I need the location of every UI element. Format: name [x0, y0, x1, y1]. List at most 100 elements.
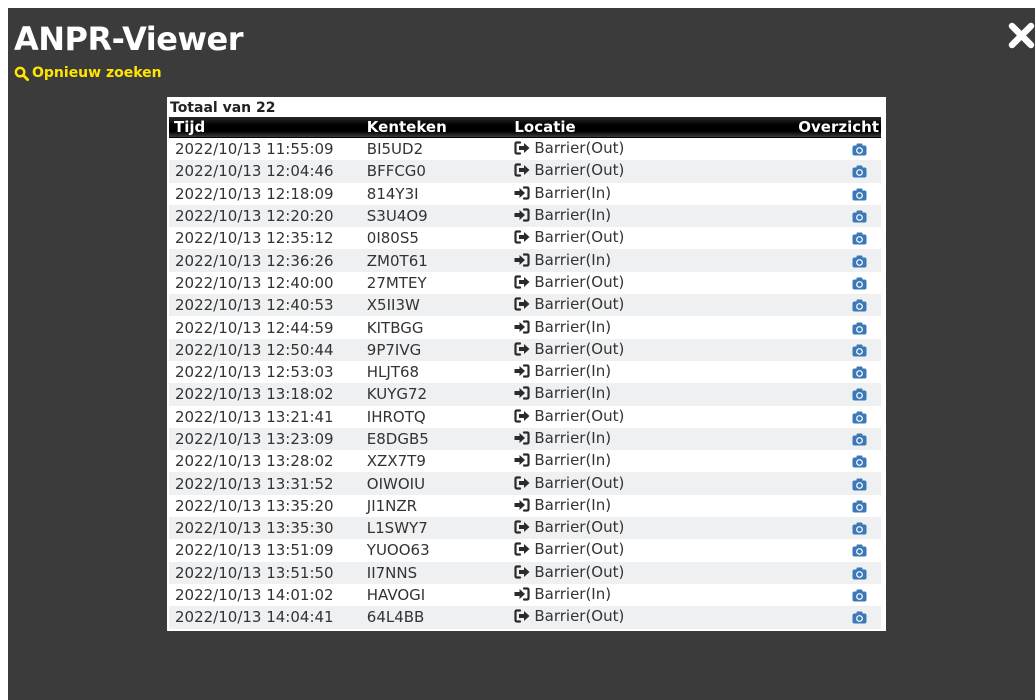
cell-time: 2022/10/13 12:35:12 [169, 227, 367, 250]
camera-icon[interactable] [852, 455, 867, 468]
camera-icon[interactable] [852, 165, 867, 178]
cell-overview [798, 606, 881, 629]
cell-plate: IHROTQ [366, 405, 515, 428]
cell-location: Barrier(Out) [514, 160, 799, 183]
table-row[interactable]: 2022/10/13 12:04:46 BFFCG0 Barrier(Out) [169, 160, 881, 183]
camera-icon[interactable] [852, 388, 867, 401]
search-again-link[interactable]: Opnieuw zoeken [14, 65, 162, 81]
sign-in-icon [514, 186, 530, 200]
table-row[interactable]: 2022/10/13 12:50:44 9P7IVG Barrier(Out) [169, 338, 881, 361]
table-row[interactable]: 2022/10/13 13:35:30 L1SWY7 Barrier(Out) [169, 517, 881, 540]
column-header-locatie[interactable]: Locatie [514, 117, 799, 138]
cell-overview [798, 583, 881, 607]
cell-location: Barrier(Out) [514, 405, 799, 428]
cell-plate: E8DGB5 [366, 427, 515, 451]
table-row[interactable]: 2022/10/13 13:18:02 KUYG72 Barrier(In) [169, 383, 881, 406]
cell-location: Barrier(In) [514, 204, 799, 228]
cell-overview [798, 561, 881, 584]
column-header-tijd[interactable]: Tijd [169, 117, 367, 138]
camera-icon[interactable] [852, 589, 867, 602]
camera-icon[interactable] [852, 299, 867, 312]
cell-plate: XZX7T9 [366, 450, 515, 473]
cell-plate: HLJT68 [366, 360, 515, 384]
cell-time: 2022/10/13 12:40:00 [169, 271, 367, 295]
table-row[interactable]: 2022/10/13 11:55:09 BI5UD2 Barrier(Out) [169, 137, 881, 161]
location-label: Barrier(Out) [534, 607, 625, 626]
column-header-kenteken[interactable]: Kenteken [366, 117, 515, 138]
location-label: Barrier(In) [534, 183, 612, 202]
cell-plate: BFFCG0 [366, 160, 515, 183]
camera-icon[interactable] [852, 522, 867, 535]
table-row[interactable]: 2022/10/13 13:28:02 XZX7T9 Barrier(In) [169, 450, 881, 473]
camera-icon[interactable] [852, 366, 867, 379]
table-row[interactable]: 2022/10/13 13:51:09 YUOO63 Barrier(Out) [169, 539, 881, 562]
sign-out-icon [514, 542, 530, 557]
search-icon [14, 66, 29, 81]
search-again-label: Opnieuw zoeken [32, 65, 162, 81]
cell-overview [798, 494, 881, 518]
location-label: Barrier(In) [534, 250, 612, 269]
cell-overview [798, 405, 881, 428]
camera-icon[interactable] [852, 277, 867, 290]
camera-icon[interactable] [852, 567, 867, 580]
cell-overview [798, 182, 881, 205]
cell-overview [798, 450, 881, 473]
cell-location: Barrier(Out) [514, 517, 799, 540]
table-row[interactable]: 2022/10/13 12:18:09 814Y3I Barrier(In) [169, 182, 881, 205]
table-row[interactable]: 2022/10/13 12:20:20 S3U4O9 Barrier(In) [169, 204, 881, 228]
table-row[interactable]: 2022/10/13 13:51:50 II7NNS Barrier(Out) [169, 561, 881, 584]
cell-overview [798, 427, 881, 451]
column-header-overzicht[interactable]: Overzicht [798, 117, 881, 138]
cell-location: Barrier(Out) [514, 294, 799, 317]
cell-plate: 0I80S5 [366, 227, 515, 250]
camera-icon[interactable] [852, 611, 867, 624]
camera-icon[interactable] [852, 500, 867, 513]
table-row[interactable]: 2022/10/13 13:21:41 IHROTQ Barrier(Out) [169, 405, 881, 428]
table-row[interactable]: 2022/10/13 13:31:52 OIWOIU Barrier(Out) [169, 472, 881, 495]
cell-plate: ZM0T61 [366, 249, 515, 272]
table-row[interactable]: 2022/10/13 12:36:26 ZM0T61 Barrier(In) [169, 249, 881, 272]
camera-icon[interactable] [852, 544, 867, 557]
cell-time: 2022/10/13 12:40:53 [169, 294, 367, 317]
table-row[interactable]: 2022/10/13 12:53:03 HLJT68 Barrier(In) [169, 360, 881, 384]
cell-location: Barrier(In) [514, 383, 799, 406]
cell-time: 2022/10/13 12:50:44 [169, 338, 367, 361]
location-label: Barrier(Out) [534, 228, 625, 247]
table-row[interactable]: 2022/10/13 13:23:09 E8DGB5 Barrier(In) [169, 427, 881, 451]
table-row[interactable]: 2022/10/13 12:35:12 0I80S5 Barrier(Out) [169, 227, 881, 250]
camera-icon[interactable] [852, 322, 867, 335]
results-table: Tijd Kenteken Locatie Overzicht 2022/10/… [169, 117, 881, 629]
sign-in-icon [514, 587, 530, 601]
camera-icon[interactable] [852, 411, 867, 424]
table-row[interactable]: 2022/10/13 12:40:00 27MTEY Barrier(Out) [169, 271, 881, 295]
table-row[interactable]: 2022/10/13 12:44:59 KITBGG Barrier(In) [169, 316, 881, 339]
close-button[interactable] [1008, 22, 1035, 49]
sign-in-icon [514, 253, 530, 267]
cell-location: Barrier(In) [514, 427, 799, 451]
sign-out-icon [514, 141, 530, 155]
table-row[interactable]: 2022/10/13 14:01:02 HAVOGI Barrier(In) [169, 583, 881, 607]
sign-out-icon [514, 565, 530, 579]
camera-icon[interactable] [852, 143, 867, 156]
location-label: Barrier(Out) [534, 518, 625, 537]
cell-location: Barrier(Out) [514, 606, 799, 629]
camera-icon[interactable] [852, 433, 867, 446]
cell-location: Barrier(Out) [514, 227, 799, 250]
camera-icon[interactable] [852, 232, 867, 245]
cell-plate: L1SWY7 [366, 517, 515, 540]
cell-location: Barrier(Out) [514, 561, 799, 584]
anpr-viewer-panel: ANPR-Viewer Opnieuw zoeken Totaal van 22… [8, 8, 1035, 700]
cell-overview [798, 294, 881, 317]
camera-icon[interactable] [852, 188, 867, 201]
camera-icon[interactable] [852, 478, 867, 491]
table-row[interactable]: 2022/10/13 13:35:20 JI1NZR Barrier(In) [169, 494, 881, 518]
cell-time: 2022/10/13 13:51:50 [169, 561, 367, 584]
results-total: Totaal van 22 [170, 100, 276, 116]
camera-icon[interactable] [852, 344, 867, 357]
camera-icon[interactable] [852, 255, 867, 268]
table-row[interactable]: 2022/10/13 12:40:53 X5II3W Barrier(Out) [169, 294, 881, 317]
table-row[interactable]: 2022/10/13 14:04:41 64L4BB Barrier(Out) [169, 606, 881, 629]
camera-icon[interactable] [852, 210, 867, 223]
cell-plate: KUYG72 [366, 383, 515, 406]
sign-out-icon [514, 230, 530, 244]
